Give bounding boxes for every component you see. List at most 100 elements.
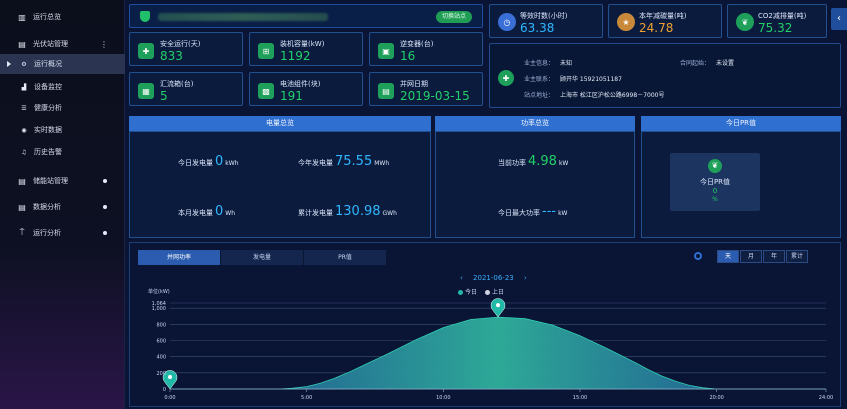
sidebar-item-label: 运行分析 <box>33 229 61 237</box>
x-tick-label: 24:00 <box>819 395 833 401</box>
owner-info-value: 未知 <box>560 60 573 67</box>
owner-contact-label: 业主联系： <box>524 76 555 83</box>
value-marker-pin <box>490 298 506 318</box>
stat-unit: kW <box>558 210 568 217</box>
x-tick-label: 15:00 <box>573 395 587 401</box>
kpi-label: 并网日期 <box>400 80 428 88</box>
x-tick-label: 0:00 <box>164 395 175 401</box>
owner-info-label: 业主信息： <box>524 60 555 67</box>
site-name-redacted <box>158 13 328 21</box>
x-tick-label: 5:00 <box>301 395 312 401</box>
expand-dot-icon <box>103 231 107 235</box>
kpi-value: 63.38 <box>520 21 555 35</box>
sidebar-item-overview[interactable]: ▥ 运行总览 <box>0 7 125 27</box>
y-tick-label: 1,064 <box>152 301 166 307</box>
collapse-panel-button[interactable]: ‹ <box>831 8 847 30</box>
stat-value: 4.98 <box>528 154 557 169</box>
pr-label: 今日PR值 <box>699 178 731 186</box>
site-selector-bar: 切换站点 <box>129 4 483 28</box>
kpi-value: 2019-03-15 <box>400 89 470 103</box>
current-power-stat: 当前功率 4.98 kW <box>498 154 568 169</box>
kpi-grid-date: ▤ 并网日期 2019-03-15 <box>369 72 483 106</box>
sidebar-item-label: 光伏站管理 <box>33 40 68 48</box>
contract-date-value: 未设置 <box>716 60 735 67</box>
site-address-label: 站点地址： <box>524 92 555 99</box>
main-content: 切换站点 ✚ 安全运行(天) 833 ⊞ 装机容量(kW) 1192 ▣ 逆变器… <box>125 0 847 409</box>
sidebar-item-run-analysis[interactable]: ⍑ 运行分析 <box>0 223 125 243</box>
stat-label: 今日发电量 <box>178 159 213 167</box>
kpi-label: 安全运行(天) <box>160 40 201 48</box>
leaf-icon: ❦ <box>736 13 754 31</box>
stat-label: 今日最大功率 <box>498 209 540 217</box>
stat-label: 今年发电量 <box>298 159 333 167</box>
stat-label: 当前功率 <box>498 159 526 167</box>
sidebar-item-run-overview[interactable]: ⚙ 运行概况 <box>0 54 125 74</box>
series-area-today <box>170 316 826 390</box>
y-tick-label: 0 <box>163 387 166 393</box>
sidebar-item-data-analysis[interactable]: ▤ 数据分析 <box>0 197 125 217</box>
stat-value: 75.55 <box>335 154 373 169</box>
kpi-label: 电池组件(块) <box>280 80 321 88</box>
contract-date-row: 合同起始： 未设置 <box>680 58 734 67</box>
power-area-chart: 单位(kW) 0 200 400 600 800 1,0001,064 0:00 5:00 10:… <box>148 288 833 401</box>
kpi-value: 75.32 <box>758 21 793 35</box>
sidebar-item-label: 健康分析 <box>34 104 62 112</box>
y-tick-label: 200 <box>156 371 166 377</box>
sidebar-item-health[interactable]: ☰ 健康分析 <box>0 98 125 118</box>
sidebar-item-label: 数据分析 <box>33 203 61 211</box>
kpi-label: 汇流箱(台) <box>160 80 194 88</box>
shield-icon: ✚ <box>498 70 514 86</box>
owner-info-panel: ✚ 业主信息： 未知 合同起始： 未设置 业主联系： 顾开华 15921051187 … <box>489 43 841 108</box>
y-tick-label: 800 <box>156 322 166 328</box>
sidebar-item-label: 运行总览 <box>33 13 61 21</box>
year-energy-stat: 今年发电量 75.55 MWh <box>298 154 389 169</box>
clipboard-icon: ▤ <box>18 202 26 212</box>
y-axis-label: 单位(kW) <box>148 288 170 295</box>
sidebar-item-storage[interactable]: ▤ 储能站管理 <box>0 171 125 191</box>
sidebar-item-alarms[interactable]: ♫ 历史告警 <box>0 142 125 162</box>
kpi-value: 833 <box>160 49 183 63</box>
stat-unit: GWh <box>382 210 397 217</box>
sidebar-item-device-monitor[interactable]: ▟ 设备监控 <box>0 77 125 97</box>
total-energy-stat: 累计发电量 130.98 GWh <box>298 204 397 219</box>
stat-label: 本月发电量 <box>178 209 213 217</box>
calendar-icon: ▤ <box>378 83 394 99</box>
bar-chart-icon: ▟ <box>21 83 27 91</box>
inverter-icon: ▣ <box>378 43 394 59</box>
sidebar-item-label: 储能站管理 <box>33 177 68 185</box>
kpi-panels: ▩ 电池组件(块) 191 <box>249 72 363 106</box>
clipboard-icon: ▤ <box>18 176 26 186</box>
shield-icon: ✚ <box>138 43 154 59</box>
more-icon[interactable]: ⋮ <box>100 40 108 49</box>
stat-unit: kWh <box>225 160 239 167</box>
sidebar-item-pv-station[interactable]: ▤ 光伏站管理 ⋮ <box>0 34 125 54</box>
owner-contact-value: 顾开华 15921051187 <box>560 76 622 83</box>
site-address-row: 站点地址： 上海市 松江区沪松公路6998－7000号 <box>524 90 664 99</box>
list-icon: ☰ <box>21 104 27 112</box>
switch-site-button[interactable]: 切换站点 <box>435 11 472 23</box>
sidebar-item-realtime[interactable]: ◉ 实时数据 <box>0 120 125 140</box>
expand-dot-icon <box>103 205 107 209</box>
kpi-capacity: ⊞ 装机容量(kW) 1192 <box>249 32 363 66</box>
stat-unit: kW <box>558 160 569 167</box>
kpi-label: CO2减排量(吨) <box>758 12 807 20</box>
x-tick-label: 10:00 <box>436 395 450 401</box>
sidebar-item-label: 设备监控 <box>34 83 62 91</box>
chart-panel: 并网功率 发电量 PR值 天 月 年 累计 ‹ 2021-06-23 › 今日 … <box>129 242 841 407</box>
kpi-label: 等效时数(小时) <box>520 12 568 20</box>
marker-dot <box>496 303 500 308</box>
combiner-icon: ▦ <box>138 83 154 99</box>
pr-card: ❦ 今日PR值 0 % <box>670 153 760 211</box>
kpi-value: 1192 <box>280 49 311 63</box>
clock-icon: ◷ <box>498 13 516 31</box>
gear-icon: ⚙ <box>21 60 27 68</box>
owner-contact-row: 业主联系： 顾开华 15921051187 <box>524 74 622 83</box>
kpi-label: 装机容量(kW) <box>280 40 325 48</box>
kpi-coal-saved: ★ 本年减碳量(吨) 24.78 <box>608 4 722 38</box>
x-tick-label: 20:00 <box>709 395 723 401</box>
kpi-safe-days: ✚ 安全运行(天) 833 <box>129 32 243 66</box>
panel-icon: ▩ <box>258 83 274 99</box>
y-tick-label: 600 <box>156 339 166 345</box>
month-energy-stat: 本月发电量 0 Wh <box>178 204 235 219</box>
marker-dot <box>168 375 172 379</box>
